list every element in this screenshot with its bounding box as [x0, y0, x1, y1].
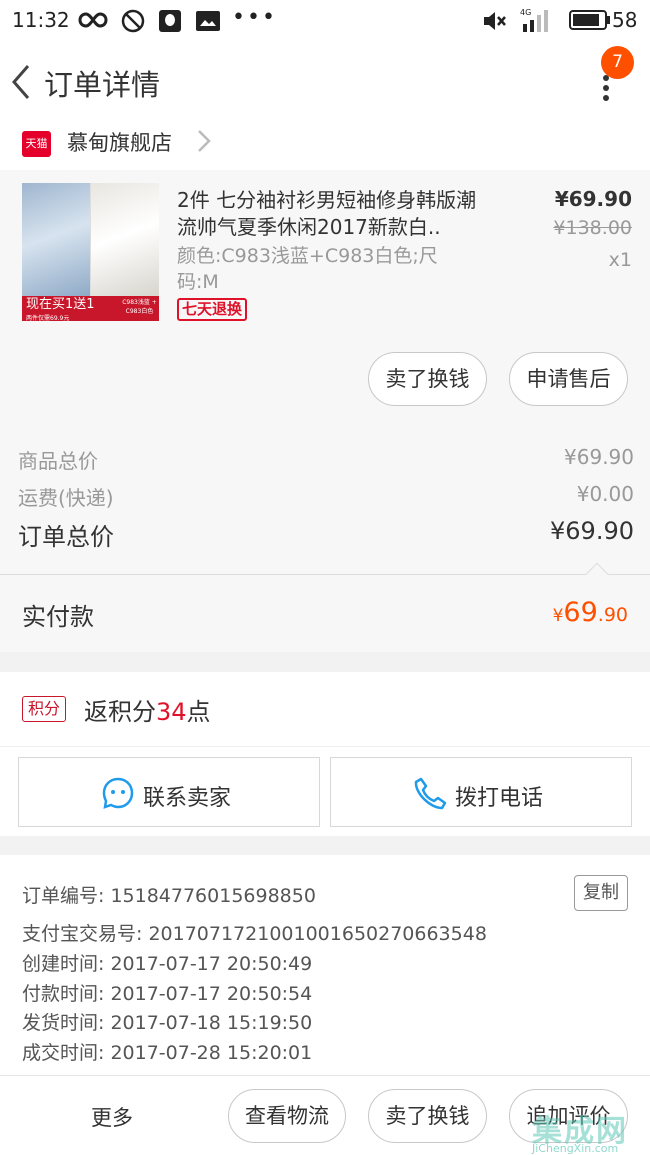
- shipping-value: ¥0.00: [576, 482, 634, 506]
- paid-currency: ¥: [552, 606, 564, 626]
- resell-button-bottom[interactable]: 卖了换钱: [368, 1089, 487, 1143]
- shipped-time: 发货时间: 2017-07-18 15:19:50: [22, 1012, 313, 1034]
- promo-banner: 现在买1送1 两件仅需69.9元 C983浅蓝 + C983白色: [22, 296, 159, 321]
- chevron-right-icon: [196, 128, 212, 154]
- promo-text: 现在买1送1: [26, 297, 95, 312]
- tmall-logo: 天猫: [22, 131, 51, 157]
- promo-subtext: 两件仅需69.9元: [26, 315, 70, 321]
- product-thumbnail[interactable]: 现在买1送1 两件仅需69.9元 C983浅蓝 + C983白色: [22, 183, 159, 321]
- promo-colors: C983浅蓝 + C983白色: [122, 299, 157, 315]
- copy-order-number-button[interactable]: 复制: [574, 875, 628, 911]
- contact-row: 联系卖家 拨打电话: [0, 746, 650, 836]
- item-quantity: x1: [608, 249, 632, 271]
- paid-amount: ¥69.90: [553, 597, 628, 628]
- alipay-trade-number: 支付宝交易号: 2017071721001001650270663548: [22, 923, 487, 945]
- order-number: 订单编号: 15184776015698850: [22, 885, 316, 907]
- shipping-label: 运费(快递): [18, 486, 114, 510]
- after-sales-button[interactable]: 申请售后: [509, 352, 628, 406]
- watermark-url: JiChengXin.com: [532, 1142, 619, 1155]
- infinity-icon: [78, 9, 108, 31]
- item-price: ¥69.90: [554, 187, 632, 211]
- page-title: 订单详情: [44, 68, 161, 102]
- price-summary: 商品总价 ¥69.90 运费(快递) ¥0.00 订单总价 ¥69.90: [0, 420, 650, 574]
- paid-amount-row: 实付款 ¥69.90: [0, 562, 650, 652]
- goods-total-label: 商品总价: [18, 449, 98, 473]
- created-time: 创建时间: 2017-07-17 20:50:49: [22, 953, 313, 975]
- item-original-price: ¥138.00: [553, 217, 632, 239]
- contact-seller-label: 联系卖家: [143, 786, 232, 811]
- battery-icon: [569, 10, 611, 30]
- contact-seller-button[interactable]: 联系卖家: [18, 757, 320, 827]
- points-text: 返积分34点: [84, 692, 211, 727]
- signal-icon: 4G: [520, 6, 556, 34]
- paid-label: 实付款: [22, 603, 94, 631]
- more-notifications-icon: •••: [232, 5, 277, 30]
- call-phone-button[interactable]: 拨打电话: [330, 757, 632, 827]
- app-bar: 订单详情 7: [0, 40, 650, 124]
- return-policy-tag: 七天退换: [177, 298, 248, 321]
- qq-icon: [158, 9, 182, 33]
- points-tag: 积分: [22, 696, 67, 722]
- shirt-image-white: [91, 183, 159, 301]
- call-phone-label: 拨打电话: [455, 786, 544, 811]
- paid-time: 付款时间: 2017-07-17 20:50:54: [22, 983, 313, 1005]
- do-not-disturb-icon: [121, 9, 145, 33]
- paid-integer: 69: [563, 597, 598, 628]
- notification-badge: 7: [601, 46, 634, 79]
- back-arrow-icon[interactable]: [8, 62, 36, 102]
- goods-total-value: ¥69.90: [564, 445, 634, 469]
- points-row: 积分 返积分34点: [0, 672, 650, 746]
- svg-text:4G: 4G: [520, 8, 531, 17]
- order-info: 订单编号: 15184776015698850 支付宝交易号: 20170717…: [0, 855, 650, 1075]
- points-prefix: 返积分: [84, 698, 156, 726]
- points-value: 34: [156, 698, 187, 726]
- shop-name[interactable]: 慕甸旗舰店: [67, 127, 172, 157]
- paid-decimal: .90: [597, 604, 628, 626]
- points-suffix: 点: [186, 698, 211, 726]
- shirt-image-blue: [22, 183, 90, 301]
- phone-icon: [413, 776, 455, 816]
- order-total-label: 订单总价: [18, 523, 114, 551]
- resell-button[interactable]: 卖了换钱: [368, 352, 487, 406]
- order-item[interactable]: 现在买1送1 两件仅需69.9元 C983浅蓝 + C983白色 2件 七分袖衬…: [0, 170, 650, 420]
- completed-time: 成交时间: 2017-07-28 15:20:01: [22, 1042, 313, 1064]
- item-title[interactable]: 2件 七分袖衬衫男短袖修身韩版潮流帅气夏季休闲2017新款白..: [177, 187, 477, 241]
- image-notification-icon: [195, 9, 221, 33]
- view-logistics-button[interactable]: 查看物流: [228, 1089, 346, 1143]
- battery-percent: 58: [612, 8, 638, 32]
- clock: 11:32: [12, 8, 70, 32]
- more-button[interactable]: 更多: [91, 1102, 133, 1132]
- bottom-action-bar: 更多 查看物流 卖了换钱 追加评价 集成网 JiChengXin.com: [0, 1075, 650, 1155]
- item-spec: 颜色:C983浅蓝+C983白色;尺码:M: [177, 245, 438, 293]
- order-total-value: ¥69.90: [550, 517, 634, 545]
- mute-icon: [482, 9, 508, 33]
- shop-row[interactable]: 天猫 慕甸旗舰店: [0, 124, 650, 170]
- chat-bubble-icon: [101, 776, 143, 816]
- status-bar: 11:32 ••• 4G 58: [0, 0, 650, 40]
